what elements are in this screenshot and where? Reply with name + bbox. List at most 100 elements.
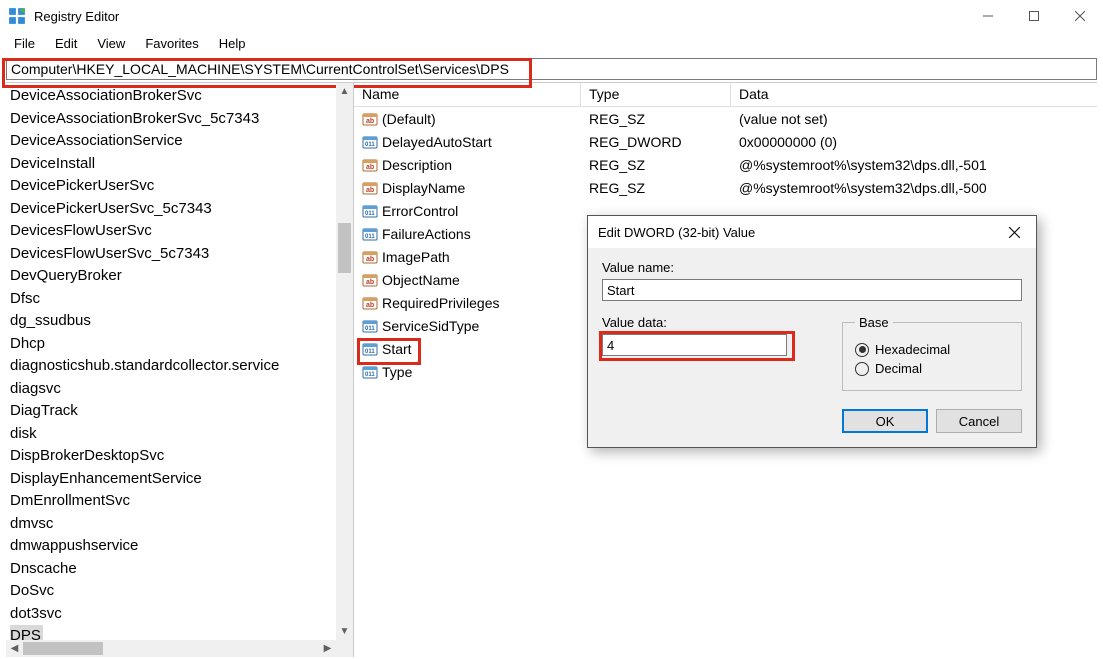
value-type: REG_DWORD: [581, 134, 731, 150]
tree-item[interactable]: diagsvc: [10, 378, 353, 401]
tree-item[interactable]: DevicePickerUserSvc_5c7343: [10, 198, 353, 221]
value-name: FailureActions: [382, 226, 471, 242]
scroll-right-icon[interactable]: ▶: [319, 640, 336, 657]
maximize-button[interactable]: [1011, 0, 1057, 32]
tree-item[interactable]: DiagTrack: [10, 400, 353, 423]
svg-text:011: 011: [365, 349, 375, 355]
value-name: Type: [382, 364, 412, 380]
tree-item[interactable]: DisplayEnhancementService: [10, 468, 353, 491]
value-name: DisplayName: [382, 180, 465, 196]
value-row[interactable]: abDescriptionREG_SZ@%systemroot%\system3…: [354, 153, 1097, 176]
value-name: (Default): [382, 111, 436, 127]
close-icon: [1009, 227, 1020, 238]
tree-item[interactable]: DeviceAssociationService: [10, 130, 353, 153]
svg-text:ab: ab: [366, 187, 374, 194]
col-type[interactable]: Type: [581, 83, 731, 106]
value-name: Description: [382, 157, 452, 173]
value-type: REG_SZ: [581, 111, 731, 127]
col-name[interactable]: Name: [354, 83, 581, 106]
radio-icon: [855, 362, 869, 376]
svg-text:ab: ab: [366, 256, 374, 263]
value-row[interactable]: ab DisplayName REG_SZ@%systemroot%\system3…: [354, 176, 1097, 199]
scrollbar-corner: [336, 640, 353, 657]
tree-item[interactable]: DispBrokerDesktopSvc: [10, 445, 353, 468]
base-legend: Base: [855, 315, 893, 330]
tree-item[interactable]: DeviceAssociationBrokerSvc_5c7343: [10, 108, 353, 131]
tree-item[interactable]: DeviceAssociationBrokerSvc: [10, 85, 353, 108]
tree-item[interactable]: DevicesFlowUserSvc: [10, 220, 353, 243]
value-name: ImagePath: [382, 249, 450, 265]
scroll-up-icon[interactable]: ▲: [336, 83, 353, 100]
value-data: @%systemroot%\system32\dps.dll,-501: [731, 157, 1097, 173]
menu-favorites[interactable]: Favorites: [137, 34, 206, 53]
svg-text:011: 011: [365, 234, 375, 240]
menu-file[interactable]: File: [6, 34, 43, 53]
menu-help[interactable]: Help: [211, 34, 254, 53]
base-fieldset: Base Hexadecimal Decimal: [842, 315, 1022, 391]
scroll-thumb-h[interactable]: [23, 642, 103, 655]
value-data: 0x00000000 (0): [731, 134, 1097, 150]
svg-text:011: 011: [365, 142, 375, 148]
tree-item[interactable]: dg_ssudbus: [10, 310, 353, 333]
svg-text:ab: ab: [366, 279, 374, 286]
value-type: REG_SZ: [581, 180, 731, 196]
menu-view[interactable]: View: [89, 34, 133, 53]
tree-item[interactable]: DeviceInstall: [10, 153, 353, 176]
tree-scrollbar-horizontal[interactable]: ◀ ▶: [6, 640, 336, 657]
svg-text:ab: ab: [366, 118, 374, 125]
tree-item[interactable]: dot3svc: [10, 603, 353, 626]
close-button[interactable]: [1057, 0, 1103, 32]
scroll-left-icon[interactable]: ◀: [6, 640, 23, 657]
tree-item[interactable]: DevicesFlowUserSvc_5c7343: [10, 243, 353, 266]
tree-item[interactable]: DmEnrollmentSvc: [10, 490, 353, 513]
value-name-label: Value name:: [602, 260, 1022, 275]
edit-dword-dialog: Edit DWORD (32-bit) Value Value name: Va…: [587, 215, 1037, 448]
minimize-button[interactable]: [965, 0, 1011, 32]
tree-item[interactable]: disk: [10, 423, 353, 446]
tree-item[interactable]: Dnscache: [10, 558, 353, 581]
regedit-icon: [8, 7, 26, 25]
cancel-button[interactable]: Cancel: [936, 409, 1022, 433]
tree-item[interactable]: DevQueryBroker: [10, 265, 353, 288]
value-data: (value not set): [731, 111, 1097, 127]
address-bar[interactable]: Computer\HKEY_LOCAL_MACHINE\SYSTEM\Curre…: [6, 58, 1097, 80]
svg-text:011: 011: [365, 372, 375, 378]
window-titlebar: Registry Editor: [0, 0, 1103, 32]
values-header: Name Type Data: [354, 83, 1097, 107]
radio-icon: [855, 343, 869, 357]
tree-item[interactable]: DoSvc: [10, 580, 353, 603]
radio-hexadecimal[interactable]: Hexadecimal: [855, 342, 1009, 357]
tree-item[interactable]: diagnosticshub.standardcollector.service: [10, 355, 353, 378]
radio-decimal[interactable]: Decimal: [855, 361, 1009, 376]
value-name: DelayedAutoStart: [382, 134, 492, 150]
value-name: ObjectName: [382, 272, 460, 288]
dialog-close-button[interactable]: [992, 216, 1036, 248]
value-name: ServiceSidType: [382, 318, 479, 334]
tree-scrollbar-vertical[interactable]: ▲ ▼: [336, 83, 353, 640]
value-name: Start: [382, 341, 412, 357]
tree-item[interactable]: Dhcp: [10, 333, 353, 356]
scroll-thumb-v[interactable]: [338, 223, 351, 273]
dialog-titlebar[interactable]: Edit DWORD (32-bit) Value: [588, 216, 1036, 248]
tree-item[interactable]: Dfsc: [10, 288, 353, 311]
radio-hex-label: Hexadecimal: [875, 342, 950, 357]
scroll-down-icon[interactable]: ▼: [336, 623, 353, 640]
value-row[interactable]: 011 DelayedAutoStart REG_DWORD0x00000000 (…: [354, 130, 1097, 153]
tree-item[interactable]: dmvsc: [10, 513, 353, 536]
ok-button[interactable]: OK: [842, 409, 928, 433]
tree-item[interactable]: DevicePickerUserSvc: [10, 175, 353, 198]
menu-edit[interactable]: Edit: [47, 34, 85, 53]
value-row[interactable]: ab (Default) REG_SZ(value not set): [354, 107, 1097, 130]
svg-text:011: 011: [365, 211, 375, 217]
value-type: REG_SZ: [581, 157, 731, 173]
svg-text:011: 011: [365, 326, 375, 332]
value-data-input[interactable]: [602, 334, 787, 356]
value-name: ErrorControl: [382, 203, 458, 219]
value-data: @%systemroot%\system32\dps.dll,-500: [731, 180, 1097, 196]
value-name-input[interactable]: [602, 279, 1022, 301]
tree-pane[interactable]: DeviceAssociationBrokerSvcDeviceAssociat…: [6, 83, 354, 657]
menu-bar: File Edit View Favorites Help: [0, 32, 1103, 54]
value-name: RequiredPrivileges: [382, 295, 500, 311]
col-data[interactable]: Data: [731, 83, 1097, 106]
tree-item[interactable]: dmwappushservice: [10, 535, 353, 558]
